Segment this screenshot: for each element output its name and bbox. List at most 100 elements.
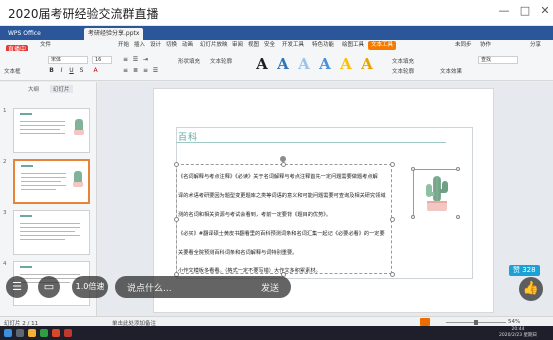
- font-name-select[interactable]: 宋体: [48, 56, 88, 64]
- tab-bar: WPS Office 考研经验分享.pptx: [0, 26, 553, 40]
- taskview-icon[interactable]: [16, 329, 24, 337]
- art-style-4[interactable]: A: [318, 56, 332, 72]
- image-resize-handle[interactable]: [456, 215, 460, 219]
- text-effect-button[interactable]: 文本效果: [440, 67, 462, 75]
- art-style-3[interactable]: A: [297, 56, 311, 72]
- like-button[interactable]: 👍: [519, 277, 543, 301]
- thumb-tab-outline[interactable]: 大纲: [28, 85, 39, 93]
- thumb-number: 2: [3, 159, 7, 165]
- start-icon[interactable]: [4, 329, 12, 337]
- minimize-button[interactable]: —: [497, 4, 511, 18]
- resize-handle[interactable]: [281, 162, 286, 167]
- cactus-illustration-icon: [414, 170, 459, 218]
- close-button[interactable]: ✕: [538, 4, 552, 18]
- thumb-heading-mark: [20, 113, 32, 115]
- live-title: 2020届考研经验交流群直播: [8, 7, 159, 21]
- menu-home[interactable]: 开始: [118, 41, 129, 50]
- menu-security[interactable]: 安全: [264, 41, 275, 50]
- slide-thumbnail-3[interactable]: [13, 210, 90, 255]
- menu-design[interactable]: 设计: [150, 41, 161, 50]
- menu-animation[interactable]: 动画: [182, 41, 193, 50]
- font-color-icon[interactable]: A: [92, 67, 99, 74]
- menu-bar: 文件 开始 插入 设计 切换 动画 幻灯片放映 审阅 视图 安全 开发工具 特色…: [0, 40, 553, 51]
- italic-button[interactable]: I: [58, 67, 65, 74]
- align-center-icon[interactable]: ≣: [132, 67, 139, 74]
- browser-icon[interactable]: [40, 329, 48, 337]
- thumb-line: [20, 125, 65, 126]
- menu-features[interactable]: 特色功能: [312, 41, 334, 50]
- list-fab[interactable]: ☰: [6, 276, 28, 298]
- underline-button[interactable]: U: [68, 67, 75, 74]
- slideshow-play-icon[interactable]: [420, 318, 430, 326]
- thumb-line: [20, 129, 60, 130]
- font-size-select[interactable]: 16: [92, 56, 112, 64]
- slide-paragraph: 译的术语考研要因为题型变更题库之类等词语的意义和可能问题需要可查询及相关研究领域: [178, 193, 386, 199]
- slide-paragraph: 《名词解释与考点注释》《必读》关于名词解释与考点注释首先一定问题需要做题考点解: [178, 174, 378, 180]
- indent-icon[interactable]: ⇥: [142, 56, 149, 63]
- menu-drawing-tools[interactable]: 绘图工具: [342, 41, 364, 50]
- align-left-icon[interactable]: ≡: [122, 67, 129, 74]
- menu-text-tools[interactable]: 文本工具: [368, 41, 397, 50]
- text-box-label[interactable]: 文本框: [4, 67, 21, 75]
- thumb-line: [21, 189, 56, 190]
- taskbar-clock[interactable]: 20:44 2020/2/23 星期日: [499, 327, 537, 339]
- thumb-tab-slides[interactable]: 幻灯片: [50, 85, 73, 93]
- menu-view[interactable]: 视图: [248, 41, 259, 50]
- menu-file[interactable]: 文件: [40, 41, 51, 50]
- art-style-1[interactable]: A: [255, 56, 269, 72]
- slide-paragraph: 关要看全院预测百科词条和名词解释与词特别重要。: [178, 250, 298, 256]
- slide-paragraph: 小作文模板多看看。（格式一定不要写错）大作文多积累素材。: [178, 268, 321, 274]
- bold-button[interactable]: B: [48, 67, 55, 74]
- menu-insert[interactable]: 插入: [134, 41, 145, 50]
- art-style-5[interactable]: A: [339, 56, 353, 72]
- resize-handle[interactable]: [174, 162, 179, 167]
- menu-share[interactable]: 分享: [530, 41, 541, 50]
- tab-wps-home[interactable]: WPS Office: [4, 28, 45, 40]
- bullets-icon[interactable]: ≡: [122, 56, 129, 63]
- text-outline-label-2[interactable]: 文本轮廓: [210, 57, 232, 65]
- thumb-line: [20, 133, 65, 134]
- menu-review[interactable]: 审阅: [232, 41, 243, 50]
- wps-icon[interactable]: [52, 329, 60, 337]
- image-resize-handle[interactable]: [411, 215, 415, 219]
- folder-icon[interactable]: [28, 329, 36, 337]
- resize-handle[interactable]: [390, 162, 395, 167]
- send-button[interactable]: 发送: [261, 281, 279, 294]
- windows-taskbar: 20:44 2020/2/23 星期日: [0, 326, 553, 340]
- tab-document[interactable]: 考研经验分享.pptx: [84, 28, 144, 40]
- image-resize-handle[interactable]: [411, 167, 415, 171]
- text-outline-button[interactable]: 文本轮廓: [392, 67, 414, 75]
- art-style-6[interactable]: A: [360, 56, 374, 72]
- ppt-icon[interactable]: [64, 329, 72, 337]
- menu-slideshow[interactable]: 幻灯片放映: [200, 41, 228, 50]
- menu-transition[interactable]: 切换: [166, 41, 177, 50]
- thumb-line: [21, 173, 66, 174]
- slide-thumbnail-1[interactable]: [13, 108, 90, 153]
- cactus-image[interactable]: [413, 169, 459, 218]
- thumb-heading-mark: [20, 215, 32, 217]
- justify-icon[interactable]: ☰: [152, 67, 159, 74]
- shape-fill-label[interactable]: 形状填充: [178, 57, 200, 65]
- chat-input-bar[interactable]: 说点什么... 发送: [115, 276, 291, 298]
- slide-thumbnail-2[interactable]: [13, 159, 90, 204]
- image-resize-handle[interactable]: [456, 167, 460, 171]
- thumb-line: [20, 231, 75, 232]
- screen-fab[interactable]: ▭: [38, 276, 60, 298]
- align-right-icon[interactable]: ≡: [142, 67, 149, 74]
- strikethrough-icon[interactable]: S: [78, 67, 85, 74]
- clock-date: 2020/2/23 星期日: [498, 333, 537, 338]
- menu-developer[interactable]: 开发工具: [282, 41, 304, 50]
- zoom-level[interactable]: 54%: [508, 319, 520, 325]
- maximize-button[interactable]: □: [518, 4, 532, 18]
- zoom-slider-knob[interactable]: [474, 320, 478, 325]
- art-style-2[interactable]: A: [276, 56, 290, 72]
- menu-unsynced[interactable]: 未同步: [455, 41, 472, 50]
- numbering-icon[interactable]: ☰: [132, 56, 139, 63]
- menu-collaborate[interactable]: 协作: [480, 41, 491, 50]
- live-header: 2020届考研经验交流群直播 — □ ✕: [0, 0, 553, 26]
- search-input[interactable]: 查找: [478, 56, 518, 64]
- playback-speed-button[interactable]: 1.0倍速: [72, 276, 108, 298]
- chat-input[interactable]: 说点什么...: [127, 281, 172, 294]
- text-fill-button[interactable]: 文本填充: [392, 57, 414, 65]
- status-bar: 幻灯片 2 / 11 单击此处添加备注 54%: [0, 316, 553, 327]
